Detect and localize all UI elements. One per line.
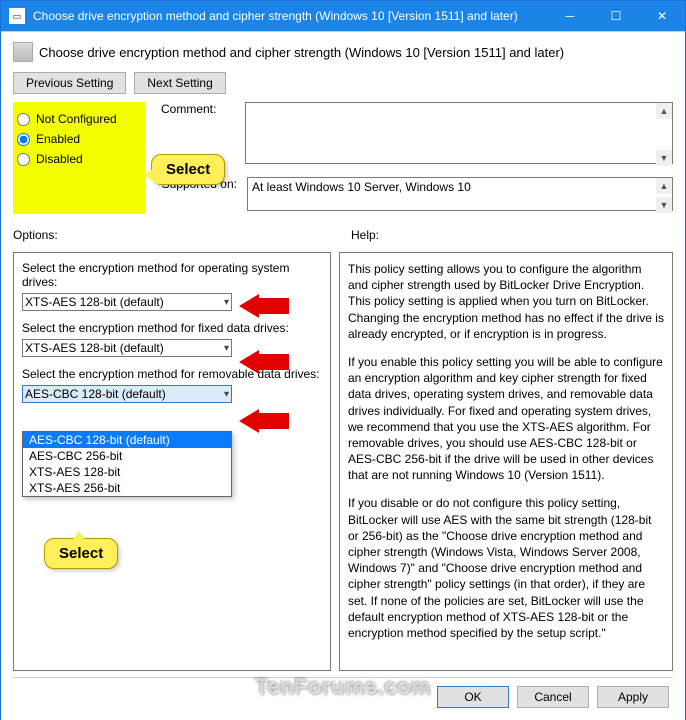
select-fixed-drives[interactable]: XTS-AES 128-bit (default) ▾: [22, 339, 232, 357]
callout-select-bottom: Select: [44, 538, 118, 569]
select-os-drives[interactable]: XTS-AES 128-bit (default) ▾: [22, 293, 232, 311]
arrow-icon: [239, 350, 289, 374]
options-label: Options:: [13, 228, 335, 242]
maximize-button[interactable]: ☐: [593, 1, 639, 31]
dropdown-option[interactable]: XTS-AES 256-bit: [23, 480, 231, 496]
option-q1: Select the encryption method for operati…: [22, 261, 322, 289]
close-button[interactable]: ✕: [639, 1, 685, 31]
gpo-icon: ▭: [9, 8, 25, 24]
radio-not-configured-input[interactable]: [17, 113, 30, 126]
help-paragraph: If you disable or do not configure this …: [348, 495, 664, 641]
dropdown-option[interactable]: XTS-AES 128-bit: [23, 464, 231, 480]
help-paragraph: This policy setting allows you to config…: [348, 261, 664, 342]
state-radio-group: Not Configured Enabled Disabled: [13, 102, 145, 214]
select-removable-drives-value: AES-CBC 128-bit (default): [25, 387, 166, 401]
ok-button[interactable]: OK: [437, 686, 509, 708]
minimize-button[interactable]: ─: [547, 1, 593, 31]
scroll-down-icon[interactable]: ▼: [656, 150, 672, 166]
arrow-icon: [239, 294, 289, 318]
dialog-footer: OK Cancel Apply: [13, 677, 673, 712]
radio-disabled-label: Disabled: [36, 152, 83, 166]
next-setting-button[interactable]: Next Setting: [134, 72, 225, 94]
window-title: Choose drive encryption method and ciphe…: [33, 9, 547, 23]
apply-button[interactable]: Apply: [597, 686, 669, 708]
chevron-down-icon: ▾: [224, 297, 229, 308]
titlebar: ▭ Choose drive encryption method and cip…: [1, 1, 685, 31]
chevron-down-icon: ▾: [224, 389, 229, 400]
policy-icon: [13, 42, 33, 62]
help-label: Help:: [351, 228, 673, 242]
option-q2: Select the encryption method for fixed d…: [22, 321, 322, 335]
previous-setting-button[interactable]: Previous Setting: [13, 72, 126, 94]
scroll-up-icon[interactable]: ▲: [656, 178, 672, 194]
arrow-icon: [239, 409, 289, 433]
scroll-down-icon[interactable]: ▼: [656, 197, 672, 213]
radio-enabled-input[interactable]: [17, 133, 30, 146]
help-paragraph: If you enable this policy setting you wi…: [348, 354, 664, 484]
radio-enabled-label: Enabled: [36, 132, 80, 146]
dropdown-removable-drives[interactable]: AES-CBC 128-bit (default) AES-CBC 256-bi…: [22, 431, 232, 497]
comment-input[interactable]: [245, 102, 673, 164]
radio-not-configured-label: Not Configured: [36, 112, 117, 126]
select-fixed-drives-value: XTS-AES 128-bit (default): [25, 341, 164, 355]
dropdown-option[interactable]: AES-CBC 256-bit: [23, 448, 231, 464]
scroll-up-icon[interactable]: ▲: [656, 103, 672, 119]
help-panel: This policy setting allows you to config…: [339, 252, 673, 671]
options-panel: Select the encryption method for operati…: [13, 252, 331, 671]
select-removable-drives[interactable]: AES-CBC 128-bit (default) ▾: [22, 385, 232, 403]
radio-not-configured[interactable]: Not Configured: [17, 112, 125, 126]
callout-select-top: Select: [151, 154, 225, 185]
radio-enabled[interactable]: Enabled: [17, 132, 125, 146]
policy-title: Choose drive encryption method and ciphe…: [39, 45, 564, 60]
cancel-button[interactable]: Cancel: [517, 686, 589, 708]
select-os-drives-value: XTS-AES 128-bit (default): [25, 295, 164, 309]
radio-disabled-input[interactable]: [17, 153, 30, 166]
radio-disabled[interactable]: Disabled: [17, 152, 125, 166]
chevron-down-icon: ▾: [224, 343, 229, 354]
supported-text: [247, 177, 673, 211]
dropdown-option[interactable]: AES-CBC 128-bit (default): [23, 432, 231, 448]
